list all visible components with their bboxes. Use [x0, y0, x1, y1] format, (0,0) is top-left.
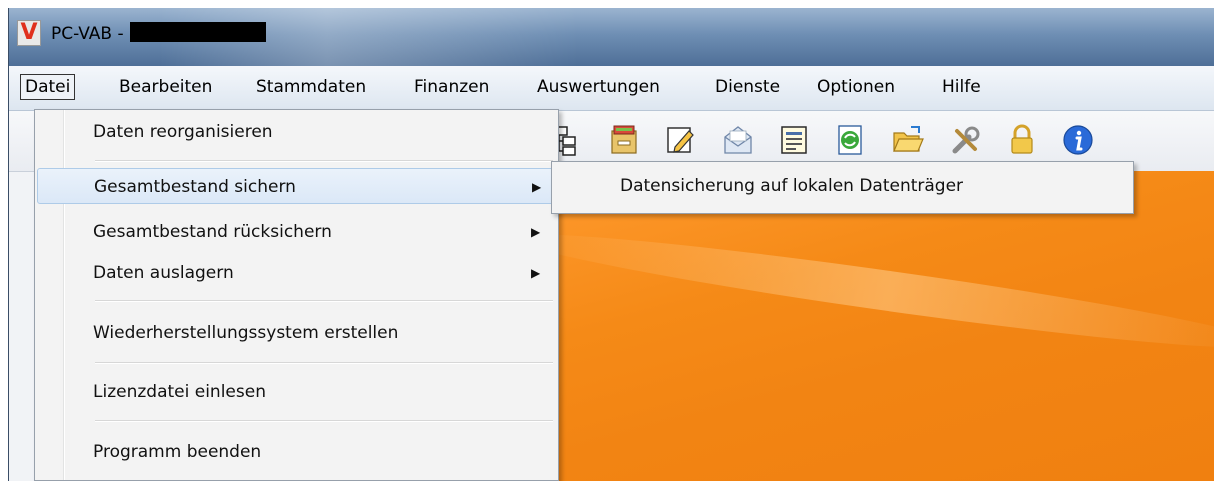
menu-optionen[interactable]: Optionen [817, 75, 895, 99]
menu-dienste[interactable]: Dienste [715, 75, 780, 99]
window-title: PC-VAB - [51, 22, 266, 44]
edit-icon[interactable] [663, 123, 697, 157]
background-streak [509, 218, 1214, 364]
menu-bearbeiten[interactable]: Bearbeiten [119, 75, 212, 99]
menu-item-programm-beenden[interactable]: Programm beenden [37, 434, 556, 470]
menu-item-label: Gesamtbestand sichern [94, 177, 296, 197]
submenu-arrow-icon: ▶ [531, 225, 541, 239]
tools-icon[interactable] [949, 123, 983, 157]
menu-item-gesamtbestand-sichern[interactable]: Gesamtbestand sichern ▶ [37, 168, 556, 204]
submenu-arrow-icon: ▶ [531, 266, 541, 280]
menu-item-label: Daten auslagern [93, 263, 234, 283]
submenu-arrow-icon: ▶ [532, 180, 542, 194]
menu-item-label: Wiederherstellungssystem erstellen [93, 323, 399, 343]
menu-stammdaten[interactable]: Stammdaten [256, 75, 366, 99]
lock-icon[interactable] [1005, 123, 1039, 157]
file-cabinet-icon[interactable] [607, 123, 641, 157]
open-folder-icon[interactable] [891, 123, 925, 157]
menu-item-daten-auslagern[interactable]: Daten auslagern ▶ [37, 255, 556, 291]
menu-auswertungen[interactable]: Auswertungen [537, 75, 660, 99]
menu-item-datensicherung-lokal[interactable]: Datensicherung auf lokalen Datenträger [620, 176, 963, 196]
app-logo-icon: V [17, 20, 41, 46]
menu-gutter [63, 110, 65, 480]
menu-datei[interactable]: Datei [20, 74, 76, 100]
menu-item-label: Gesamtbestand rücksichern [93, 222, 332, 242]
menu-item-label: Programm beenden [93, 442, 262, 462]
datei-dropdown-menu: Daten reorganisieren Gesamtbestand siche… [34, 109, 559, 481]
desktop-background [509, 171, 1214, 481]
window-title-text: PC-VAB - [51, 24, 124, 44]
menu-item-lizenzdatei-einlesen[interactable]: Lizenzdatei einlesen [37, 374, 556, 410]
menu-item-wiederherstellungssystem-erstellen[interactable]: Wiederherstellungssystem erstellen [37, 315, 556, 351]
redacted-title-block [129, 22, 266, 42]
menu-item-gesamtbestand-ruecksichern[interactable]: Gesamtbestand rücksichern ▶ [37, 214, 556, 250]
gesamtbestand-sichern-submenu: Datensicherung auf lokalen Datenträger [551, 161, 1134, 214]
menu-separator [95, 362, 553, 364]
menu-separator [95, 300, 553, 302]
report-icon[interactable] [777, 123, 811, 157]
menu-item-label: Lizenzdatei einlesen [93, 382, 266, 402]
menu-separator [95, 420, 553, 422]
menu-item-daten-reorganisieren[interactable]: Daten reorganisieren [37, 114, 556, 150]
title-bar[interactable]: V PC-VAB - [9, 8, 1214, 66]
refresh-icon[interactable] [833, 123, 867, 157]
menu-finanzen[interactable]: Finanzen [414, 75, 489, 99]
mail-icon[interactable] [721, 123, 755, 157]
menu-bar: Datei Bearbeiten Stammdaten Finanzen Aus… [9, 66, 1214, 111]
menu-item-label: Daten reorganisieren [93, 122, 273, 142]
menu-hilfe[interactable]: Hilfe [942, 75, 981, 99]
info-icon[interactable] [1061, 123, 1095, 157]
menu-separator [95, 160, 553, 162]
